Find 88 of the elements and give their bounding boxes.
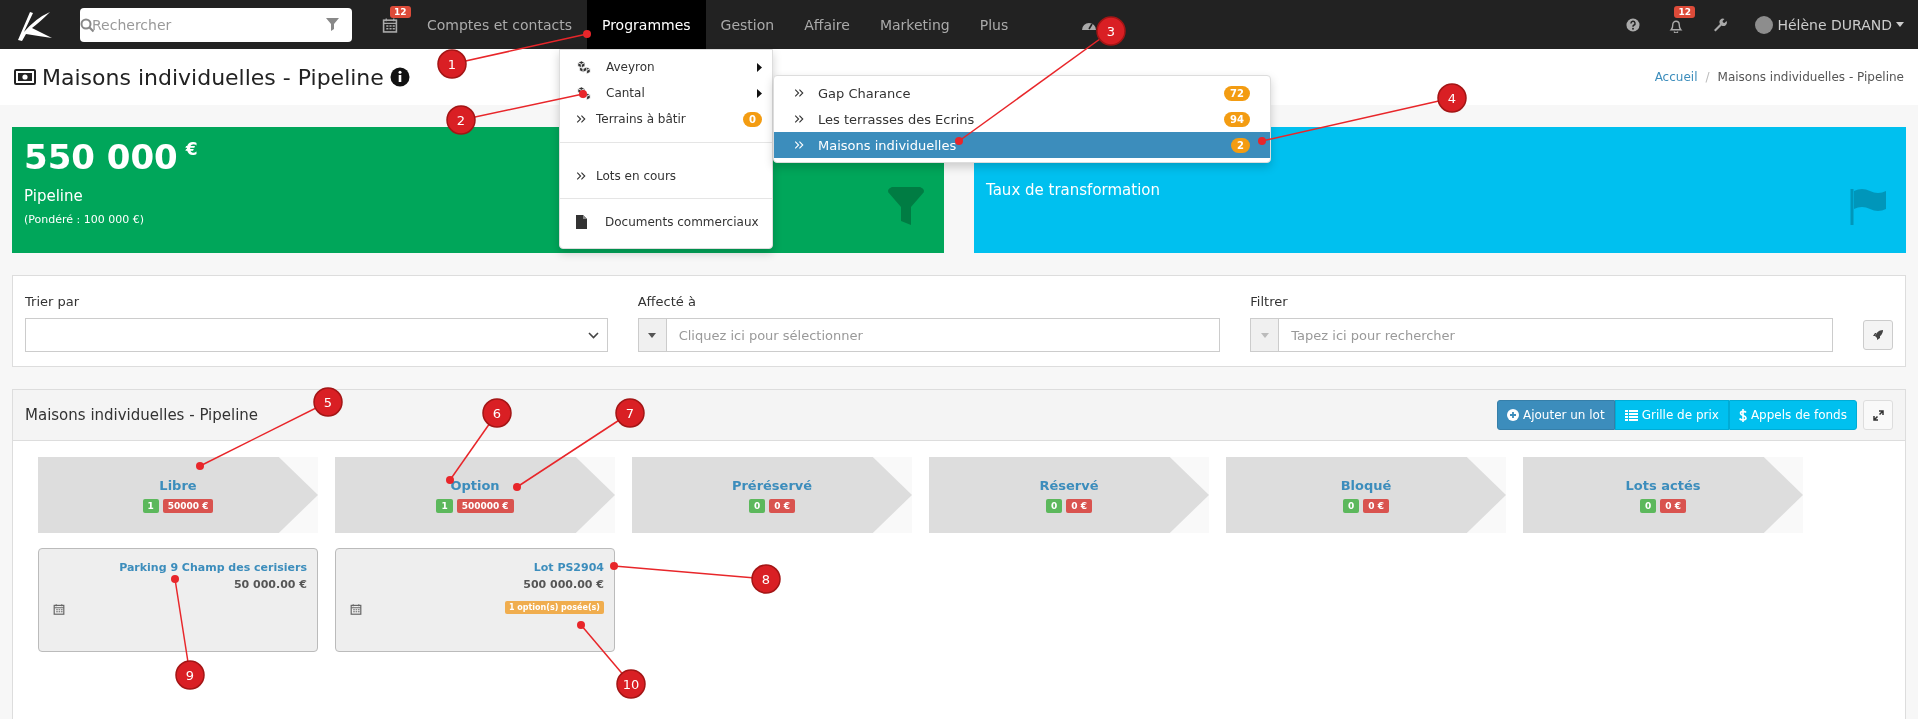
double-chevron-icon [576,114,586,124]
breadcrumb-separator: / [1705,70,1710,84]
stage-name: Préréservé [731,477,813,493]
count-badge: 72 [1224,85,1250,101]
nav-menu-item[interactable]: Programmes [586,0,706,49]
field-label: Trier par [25,294,81,309]
stage-name: Réservé [1039,477,1099,493]
list-icon [1624,409,1638,421]
help-icon [1626,17,1641,32]
caret-icon [1896,22,1904,27]
funnel-icon [886,187,926,227]
dropdown-toggle[interactable] [1250,318,1279,352]
stage-amount: 0 € [1660,498,1686,513]
banknote-icon [14,69,36,85]
card-label: Pipeline [24,187,83,205]
calendar-icon [382,16,398,33]
wrench-icon [1712,17,1728,32]
stage-amount: 50000 € [162,498,214,513]
field-label: Filtrer [1250,294,1289,309]
expand-button[interactable] [1863,400,1893,430]
user-menu[interactable]: Hélène DURAND [1755,15,1904,34]
flag-icon [1848,187,1888,227]
lot-card[interactable]: Parking 9 Champ des cerisiers 50 000.00 € [38,548,318,652]
lot-price: 50 000.00 € [233,578,307,591]
stage-amount: 0 € [1066,498,1092,513]
search-icon [80,17,95,33]
nav-menu-item[interactable]: Marketing [864,0,965,49]
dropdown-toggle[interactable] [637,318,666,352]
nav-menu-item[interactable]: Gestion [705,0,790,49]
lot-count: 0 [1640,498,1657,513]
breadcrumb-link[interactable]: Accueil [1654,70,1698,84]
double-chevron-icon [794,88,804,98]
lot-count: 0 [1046,498,1063,513]
lot-price: 500 000.00 € [523,578,604,591]
nav-menu-item[interactable]: Plus [964,0,1024,49]
double-chevron-icon [794,140,804,150]
expand-icon [1872,409,1884,421]
filter-field[interactable]: Tapez ici pour rechercher [1278,318,1833,352]
nav-menu-item[interactable]: Affaire [789,0,865,49]
count-badge: 94 [1224,111,1250,127]
stage-name: Libre [159,477,197,493]
calendar-icon [53,603,65,615]
menu-item[interactable]: Documents commerciaux [560,209,772,235]
notification-badge: 12 [1674,5,1695,18]
menu-item[interactable]: Lots en cours [560,163,772,189]
pipeline-value: 550 000 [24,137,178,177]
search-field[interactable]: Rechercher [80,7,352,42]
caret-icon [1260,332,1269,338]
avatar-icon [1755,15,1774,34]
field-label: Affecté à [637,294,697,309]
card-label: Taux de transformation [986,181,1160,199]
calendar-icon [350,603,362,615]
caret-icon [648,332,657,338]
calendar-badge: 12 [390,5,411,18]
count-badge: 0 [743,111,762,127]
submenu-item[interactable]: Maisons individuelles 2 [774,132,1270,158]
lot-count: 0 [749,498,766,513]
lot-count: 0 [1343,498,1360,513]
option-tag: 1 option(s) posée(s) [504,601,604,614]
filter-icon[interactable] [326,17,339,31]
rocket-button[interactable] [1863,320,1893,350]
stage-amount: 0 € [1363,498,1389,513]
page-title: Maisons individuelles - Pipeline [42,64,384,90]
toolbar-button[interactable]: Ajouter un lot [1496,400,1615,430]
double-chevron-icon [794,114,804,124]
breadcrumb-current: Maisons individuelles - Pipeline [1717,70,1904,84]
stage-name: Lots actés [1625,477,1701,493]
panel-title: Maisons individuelles - Pipeline [25,406,259,424]
double-chevron-icon [576,171,586,181]
lot-count: 1 [142,498,159,513]
dollar-icon [1738,408,1747,422]
stage-amount: 0 € [769,498,795,513]
currency-unit: € [185,139,198,159]
plus-circle-icon [1506,409,1519,421]
caret-right-icon [757,62,762,72]
count-badge: 2 [1231,137,1250,153]
stage-name: Bloqué [1340,477,1392,493]
cubes-icon [576,60,592,74]
assignee-field[interactable]: Cliquez ici pour sélectionner [665,318,1221,352]
document-icon [576,215,587,229]
lot-count: 1 [436,498,453,513]
caret-right-icon [757,88,762,98]
rocket-icon [1872,329,1884,341]
chevron-down-icon [587,331,599,339]
weighted-value: (Pondéré : 100 000 €) [24,213,144,226]
info-icon [389,67,410,87]
stage-amount: 500000 € [456,498,514,513]
lot-card[interactable]: Lot PS2904 500 000.00 € 1 option(s) posée(s) [335,548,615,652]
